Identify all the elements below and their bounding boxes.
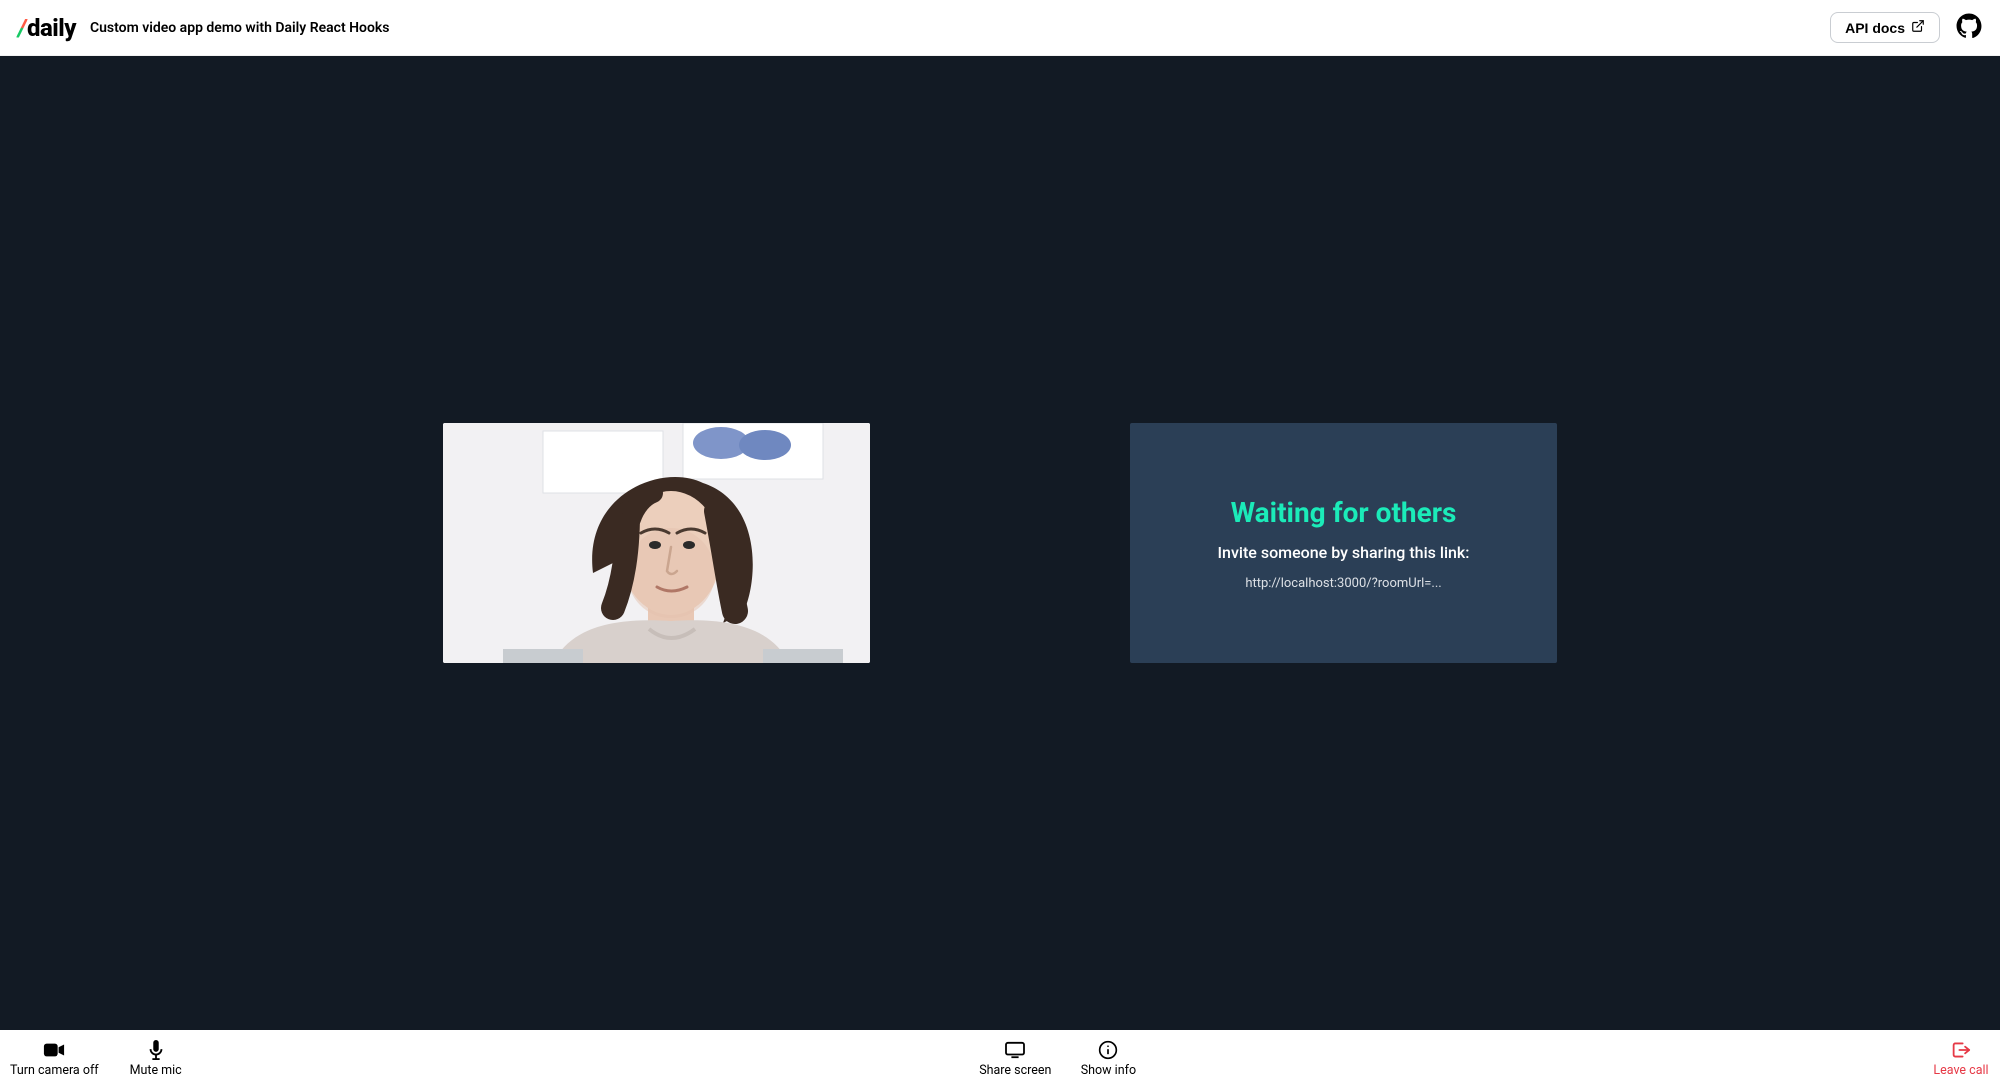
- tray-right: Leave call: [1932, 1040, 1990, 1078]
- api-docs-label: API docs: [1845, 20, 1905, 36]
- brand-logo: /daily: [18, 14, 76, 42]
- toggle-mic-label: Mute mic: [130, 1063, 182, 1078]
- tray-center: Share screen Show info: [979, 1040, 1137, 1078]
- toggle-mic-button[interactable]: Mute mic: [127, 1040, 185, 1078]
- github-link[interactable]: [1956, 13, 1982, 43]
- tray-left: Turn camera off Mute mic: [10, 1040, 185, 1078]
- leave-call-button[interactable]: Leave call: [1932, 1040, 1990, 1078]
- camera-icon: [43, 1040, 65, 1060]
- waiting-subtitle: Invite someone by sharing this link:: [1218, 543, 1470, 562]
- external-link-icon: [1911, 19, 1925, 36]
- header-right: API docs: [1830, 12, 1982, 43]
- show-info-button[interactable]: Show info: [1079, 1040, 1137, 1078]
- header: /daily Custom video app demo with Daily …: [0, 0, 2000, 56]
- page-title: Custom video app demo with Daily React H…: [90, 20, 390, 36]
- api-docs-button[interactable]: API docs: [1830, 12, 1940, 43]
- github-icon: [1956, 13, 1982, 43]
- call-tray: Turn camera off Mute mic: [0, 1030, 2000, 1088]
- header-left: /daily Custom video app demo with Daily …: [18, 14, 390, 42]
- info-icon: [1098, 1040, 1118, 1060]
- leave-icon: [1951, 1040, 1971, 1060]
- leave-call-label: Leave call: [1933, 1063, 1988, 1078]
- mic-icon: [148, 1040, 164, 1060]
- screen-icon: [1004, 1040, 1026, 1060]
- toggle-camera-label: Turn camera off: [10, 1063, 99, 1078]
- show-info-label: Show info: [1081, 1063, 1136, 1078]
- share-screen-button[interactable]: Share screen: [979, 1040, 1051, 1078]
- share-screen-label: Share screen: [979, 1063, 1051, 1078]
- brand-text: daily: [27, 14, 76, 42]
- video-stage: Waiting for others Invite someone by sha…: [0, 56, 2000, 1030]
- self-video-tile[interactable]: [443, 423, 870, 663]
- waiting-title: Waiting for others: [1231, 496, 1457, 529]
- toggle-camera-button[interactable]: Turn camera off: [10, 1040, 99, 1078]
- waiting-tile: Waiting for others Invite someone by sha…: [1130, 423, 1557, 663]
- invite-link-text[interactable]: http://localhost:3000/?roomUrl=...: [1245, 576, 1441, 591]
